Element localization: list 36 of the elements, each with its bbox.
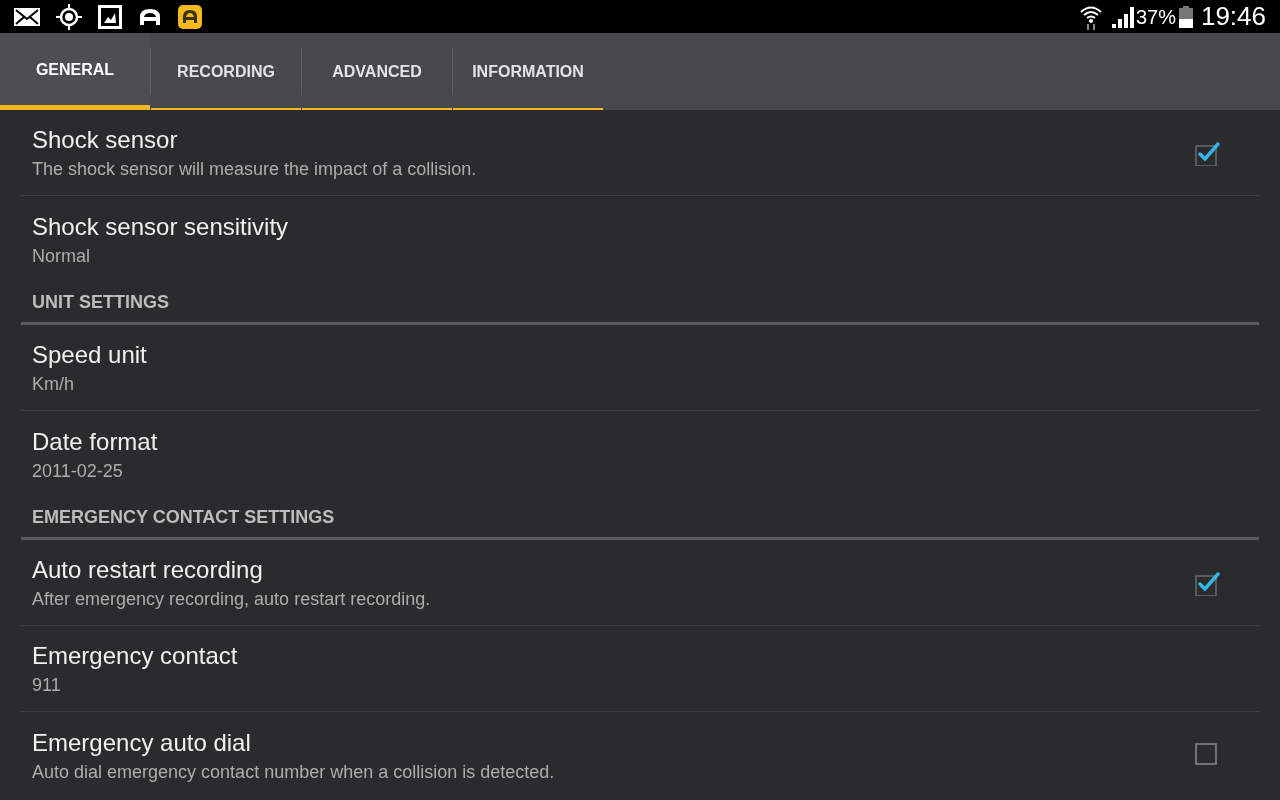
- preference-title: Emergency contact: [32, 641, 239, 671]
- preference-item[interactable]: Shock sensor sensitivity Normal: [21, 196, 1259, 282]
- preference-summary: The shock sensor will measure the impact of a collision.: [32, 158, 478, 180]
- battery-icon: [1178, 5, 1193, 28]
- preference-summary: Auto dial emergency contact number when a collision is detected.: [32, 760, 556, 783]
- preference-summary: Km/h: [32, 373, 75, 395]
- preference-title: Shock sensor sensitivity: [32, 211, 290, 242]
- preference-item[interactable]: Shock sensor The shock sensor will measure the impact of a collision.: [21, 110, 1259, 196]
- location-target-icon: [56, 3, 82, 30]
- preference-title: Auto restart recording: [32, 555, 264, 585]
- preference-item[interactable]: Date format 2011-02-25: [21, 411, 1259, 497]
- preference-item[interactable]: Emergency contact 911: [21, 626, 1259, 712]
- preference-summary: After emergency recording, auto restart recording.: [32, 588, 432, 610]
- preference-title: Emergency auto dial: [32, 727, 252, 758]
- checkbox[interactable]: [1194, 569, 1220, 596]
- checkbox[interactable]: [1194, 742, 1220, 768]
- envelope-icon: [14, 6, 40, 27]
- battery-percent: 37%: [1135, 4, 1176, 30]
- tab[interactable]: GENERAL: [0, 33, 150, 110]
- section-header: UNIT SETTINGS: [32, 290, 169, 314]
- car-app-icon: [178, 4, 202, 29]
- preference-summary: 911: [32, 674, 62, 696]
- clock-time: 19:46: [1200, 0, 1266, 33]
- checkbox[interactable]: [1194, 139, 1220, 166]
- preference-item[interactable]: Auto restart recording After emergency recording, auto restart recording.: [21, 540, 1259, 626]
- preference-summary: Normal: [32, 244, 91, 267]
- preference-item[interactable]: Emergency auto dial Auto dial emergency contact number when a collision is detected.: [21, 712, 1259, 798]
- section-header: EMERGENCY CONTACT SETTINGS: [32, 505, 335, 529]
- car-icon: [138, 6, 162, 27]
- preference-title: Shock sensor: [32, 125, 179, 155]
- signal-icon: [1110, 5, 1135, 28]
- preference-summary: 2011-02-25: [32, 459, 124, 482]
- image-icon: [98, 4, 122, 29]
- preference-title: Speed unit: [32, 340, 148, 370]
- preference-title: Date format: [32, 426, 159, 457]
- preference-item[interactable]: Speed unit Km/h: [21, 325, 1259, 411]
